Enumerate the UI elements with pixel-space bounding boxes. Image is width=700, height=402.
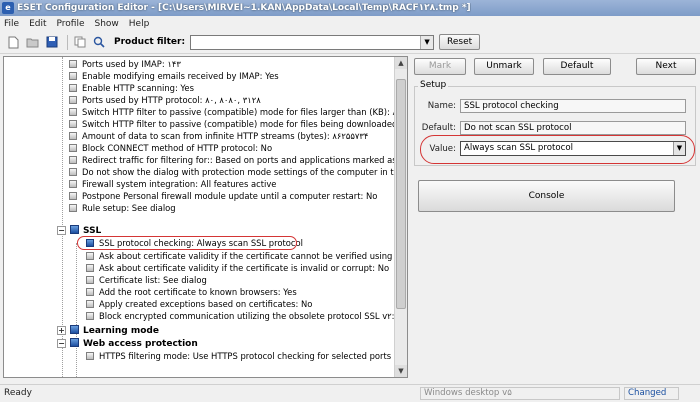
console-button[interactable]: Console bbox=[418, 180, 675, 212]
tree-guide bbox=[62, 57, 63, 227]
setting-bullet-icon bbox=[86, 352, 94, 360]
status-changed: Changed bbox=[624, 387, 679, 400]
menu-file[interactable]: File bbox=[4, 19, 19, 29]
tree-item[interactable]: Postpone Personal firewall module update… bbox=[69, 191, 377, 202]
open-icon[interactable] bbox=[25, 35, 40, 50]
setup-legend: Setup bbox=[418, 80, 449, 90]
value-annotation-ring bbox=[420, 135, 695, 164]
settings-tree[interactable]: Ports used by IMAP: ۱۴۳ Enable modifying… bbox=[3, 56, 408, 378]
category-icon bbox=[70, 225, 79, 234]
scroll-up-icon[interactable]: ▲ bbox=[395, 57, 407, 69]
unmark-button[interactable]: Unmark bbox=[474, 58, 534, 75]
title-bar: e ESET Configuration Editor - [C:\Users\… bbox=[0, 0, 700, 16]
category-icon bbox=[70, 338, 79, 347]
scroll-thumb[interactable] bbox=[396, 79, 406, 309]
menu-profile[interactable]: Profile bbox=[57, 19, 85, 29]
setting-bullet-icon bbox=[69, 108, 77, 116]
tree-item[interactable]: Block encrypted communication utilizing … bbox=[86, 311, 407, 322]
tree-category-ssl[interactable]: − SSL bbox=[57, 225, 101, 236]
tree-category-web-access-protection[interactable]: − Web access protection bbox=[57, 338, 198, 349]
status-bar: Ready Windows desktop v۵ Changed bbox=[0, 384, 700, 402]
setting-bullet-icon bbox=[69, 156, 77, 164]
setting-bullet-icon bbox=[86, 276, 94, 284]
tree-item[interactable]: HTTPS filtering mode: Use HTTPS protocol… bbox=[86, 351, 391, 362]
setting-bullet-icon bbox=[86, 288, 94, 296]
menu-show[interactable]: Show bbox=[94, 19, 118, 29]
setting-bullet-icon bbox=[86, 312, 94, 320]
setting-bullet-icon bbox=[69, 120, 77, 128]
menu-bar: File Edit Profile Show Help bbox=[0, 16, 700, 31]
window-title: ESET Configuration Editor - [C:\Users\MI… bbox=[17, 3, 471, 13]
next-button[interactable]: Next bbox=[636, 58, 696, 75]
tree-item[interactable]: Certificate list: See dialog bbox=[86, 275, 207, 286]
save-icon[interactable] bbox=[44, 35, 59, 50]
setting-bullet-icon bbox=[69, 96, 77, 104]
setting-bullet-icon bbox=[69, 204, 77, 212]
setting-bullet-icon bbox=[69, 84, 77, 92]
tree-item[interactable]: Apply created exceptions based on certif… bbox=[86, 299, 312, 310]
name-label: Name: bbox=[427, 101, 456, 111]
search-icon[interactable] bbox=[91, 35, 106, 50]
tree-item[interactable]: Ask about certificate validity if the ce… bbox=[86, 263, 389, 274]
status-platform: Windows desktop v۵ bbox=[420, 387, 620, 400]
eset-app-icon: e bbox=[2, 2, 14, 14]
collapse-icon[interactable]: − bbox=[57, 226, 66, 235]
tree-item[interactable]: Ports used by IMAP: ۱۴۳ bbox=[69, 59, 181, 70]
new-icon[interactable] bbox=[6, 35, 21, 50]
default-button[interactable]: Default bbox=[543, 58, 611, 75]
tree-item[interactable]: Redirect traffic for filtering for:: Bas… bbox=[69, 155, 407, 166]
tree-guide bbox=[62, 233, 63, 377]
setting-bullet-icon bbox=[69, 180, 77, 188]
tree-item[interactable]: Switch HTTP filter to passive (compatibl… bbox=[69, 119, 407, 130]
tree-item[interactable]: Firewall system integration: All feature… bbox=[69, 179, 276, 190]
status-text: Ready bbox=[4, 388, 32, 398]
tree-item[interactable]: Rule setup: See dialog bbox=[69, 203, 176, 214]
default-field: Do not scan SSL protocol bbox=[460, 121, 686, 135]
copy-icon[interactable] bbox=[72, 35, 87, 50]
scroll-down-icon[interactable]: ▼ bbox=[395, 365, 407, 377]
menu-help[interactable]: Help bbox=[129, 19, 150, 29]
mark-button[interactable]: Mark bbox=[414, 58, 466, 75]
setting-bullet-icon bbox=[86, 252, 94, 260]
tree-item[interactable]: Ask about certificate validity if the ce… bbox=[86, 251, 407, 262]
default-label: Default: bbox=[421, 123, 456, 133]
collapse-icon[interactable]: − bbox=[57, 339, 66, 348]
name-field: SSL protocol checking bbox=[460, 99, 686, 113]
ssl-annotation-ring bbox=[77, 236, 297, 250]
toolbar-separator bbox=[67, 34, 68, 50]
setting-bullet-icon bbox=[69, 132, 77, 140]
tree-item[interactable]: Amount of data to scan from infinite HTT… bbox=[69, 131, 368, 142]
tree-item[interactable]: Switch HTTP filter to passive (compatibl… bbox=[69, 107, 407, 118]
category-icon bbox=[70, 325, 79, 334]
reset-button[interactable]: Reset bbox=[439, 34, 481, 50]
tree-item[interactable]: Block CONNECT method of HTTP protocol: N… bbox=[69, 143, 272, 154]
toolbar: Product filter: ▼ Reset bbox=[0, 31, 700, 54]
tree-item[interactable]: Add the root certificate to known browse… bbox=[86, 287, 297, 298]
expand-icon[interactable]: + bbox=[57, 326, 66, 335]
setting-bullet-icon bbox=[86, 264, 94, 272]
setting-bullet-icon bbox=[69, 72, 77, 80]
tree-guide bbox=[76, 345, 77, 377]
tree-item[interactable]: Ports used by HTTP protocol: ۸۰, ۸۰۸۰, ۳… bbox=[69, 95, 261, 106]
setting-bullet-icon bbox=[86, 300, 94, 308]
tree-category-learning-mode[interactable]: + Learning mode bbox=[57, 325, 159, 336]
setting-bullet-icon bbox=[69, 144, 77, 152]
tree-item[interactable]: Enable HTTP scanning: Yes bbox=[69, 83, 194, 94]
setting-bullet-icon bbox=[69, 60, 77, 68]
tree-scrollbar[interactable]: ▲ ▼ bbox=[394, 57, 407, 377]
menu-edit[interactable]: Edit bbox=[29, 19, 46, 29]
product-filter-label: Product filter: bbox=[114, 37, 186, 47]
setting-bullet-icon bbox=[69, 168, 77, 176]
tree-item[interactable]: Do not show the dialog with protection m… bbox=[69, 167, 407, 178]
setting-bullet-icon bbox=[69, 192, 77, 200]
chevron-down-icon[interactable]: ▼ bbox=[420, 35, 434, 49]
product-filter-combo[interactable]: ▼ bbox=[190, 34, 435, 50]
tree-item[interactable]: Enable modifying emails received by IMAP… bbox=[69, 71, 279, 82]
